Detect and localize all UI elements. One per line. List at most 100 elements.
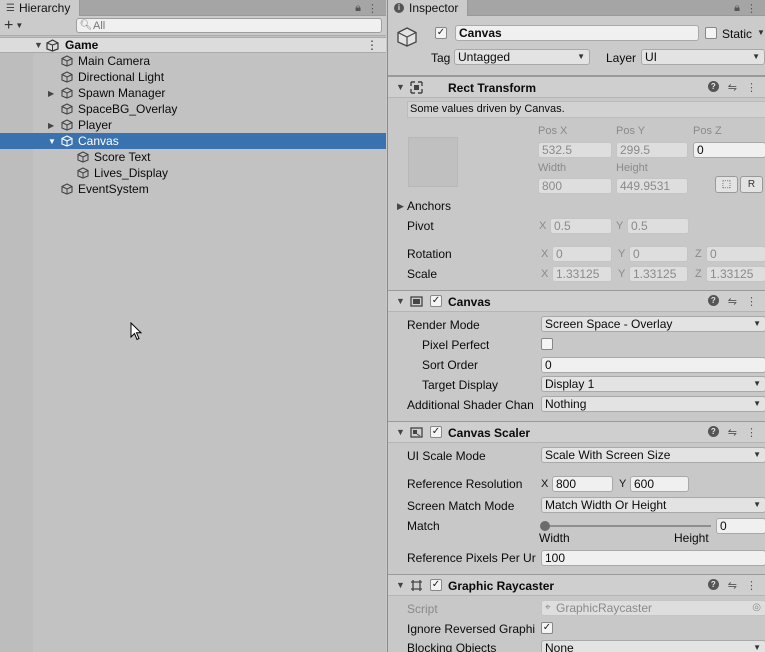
expand-arrow-icon[interactable]: ▼ bbox=[34, 40, 43, 50]
enabled-checkbox[interactable]: ✓ bbox=[430, 579, 442, 591]
tab-inspector[interactable]: i Inspector bbox=[388, 0, 468, 16]
enabled-checkbox[interactable]: ✓ bbox=[430, 295, 442, 307]
canvas-component-header[interactable]: ▼ ✓ Canvas ? ⇋ ⋮ bbox=[388, 290, 765, 312]
gameobject-cube-icon bbox=[61, 135, 73, 147]
raw-edit-button[interactable]: R bbox=[740, 176, 763, 193]
reference-ppu-field[interactable]: 100 bbox=[541, 550, 765, 566]
preset-icon[interactable]: ⇋ bbox=[728, 295, 737, 308]
preset-icon[interactable]: ⇋ bbox=[728, 81, 737, 94]
script-field[interactable]: ⌖ GraphicRaycaster ◎ bbox=[541, 600, 765, 616]
scale-z-field[interactable]: 1.33125 bbox=[706, 266, 765, 282]
pivot-y-field[interactable]: 0.5 bbox=[627, 218, 689, 234]
rot-y-field[interactable]: 0 bbox=[629, 246, 688, 262]
shader-channels-dropdown[interactable]: Nothing ▼ bbox=[541, 396, 765, 412]
reference-x-field[interactable]: 800 bbox=[552, 476, 613, 492]
kebab-icon[interactable]: ⋮ bbox=[746, 295, 757, 308]
active-checkbox[interactable]: ✓ bbox=[435, 27, 447, 39]
object-picker-icon[interactable]: ◎ bbox=[752, 601, 761, 615]
lock-icon[interactable]: 🔒︎ bbox=[734, 2, 740, 15]
help-icon[interactable]: ? bbox=[707, 81, 719, 92]
match-slider-knob[interactable] bbox=[540, 521, 550, 531]
hierarchy-item[interactable]: ▶ Player bbox=[0, 117, 386, 133]
render-mode-dropdown[interactable]: Screen Space - Overlay ▼ bbox=[541, 316, 765, 332]
ui-scale-mode-dropdown[interactable]: Scale With Screen Size ▼ bbox=[541, 447, 765, 463]
scene-menu-icon[interactable]: ⋮ bbox=[366, 38, 378, 52]
search-box[interactable]: 🔍︎ bbox=[76, 18, 382, 33]
object-name-field[interactable]: Canvas bbox=[455, 25, 699, 41]
hierarchy-item[interactable]: Main Camera bbox=[0, 53, 386, 69]
target-display-dropdown[interactable]: Display 1 ▼ bbox=[541, 376, 765, 392]
pivot-x-field[interactable]: 0.5 bbox=[550, 218, 612, 234]
hierarchy-tabbar: ☰ Hierarchy 🔒︎ ⋮ bbox=[0, 0, 386, 16]
collapse-arrow-icon[interactable]: ▼ bbox=[396, 427, 405, 437]
screen-match-mode-dropdown[interactable]: Match Width Or Height ▼ bbox=[541, 497, 765, 513]
anchors-label[interactable]: Anchors bbox=[407, 199, 451, 213]
pos-y-field[interactable]: 299.5 bbox=[616, 142, 688, 158]
expand-arrow-icon[interactable]: ▶ bbox=[48, 121, 58, 130]
preset-icon[interactable]: ⇋ bbox=[728, 579, 737, 592]
hierarchy-item[interactable]: ▼ Canvas bbox=[0, 133, 386, 149]
hierarchy-item[interactable]: ▶ Spawn Manager bbox=[0, 85, 386, 101]
search-input[interactable] bbox=[93, 19, 373, 32]
sort-order-field[interactable]: 0 bbox=[541, 357, 765, 373]
scale-x-field[interactable]: 1.33125 bbox=[552, 266, 612, 282]
expand-arrow-icon[interactable]: ▼ bbox=[48, 137, 58, 146]
reference-y-field[interactable]: 600 bbox=[630, 476, 689, 492]
rot-x-field[interactable]: 0 bbox=[552, 246, 612, 262]
static-checkbox[interactable] bbox=[705, 27, 717, 39]
hierarchy-item[interactable]: Score Text bbox=[0, 149, 386, 165]
add-button[interactable]: + ▼ bbox=[4, 17, 23, 34]
rect-transform-header[interactable]: ▼ Rect Transform ? ⇋ ⋮ bbox=[388, 76, 765, 98]
hierarchy-item[interactable]: Directional Light bbox=[0, 69, 386, 85]
pos-z-label: Pos Z bbox=[693, 125, 722, 137]
hierarchy-item[interactable]: Lives_Display bbox=[0, 165, 386, 181]
rot-z-field[interactable]: 0 bbox=[706, 246, 765, 262]
lock-icon[interactable]: 🔒︎ bbox=[355, 2, 361, 15]
height-label: Height bbox=[616, 162, 648, 174]
rect-transform-icon bbox=[410, 81, 423, 94]
scene-row[interactable]: ▼ Game ⋮ bbox=[0, 37, 386, 53]
blueprint-mode-button[interactable]: ⬚ bbox=[715, 176, 738, 193]
hierarchy-item[interactable]: EventSystem bbox=[0, 181, 386, 197]
blocking-objects-dropdown[interactable]: None ▼ bbox=[541, 640, 765, 652]
match-value-field[interactable]: 0 bbox=[716, 518, 765, 534]
kebab-icon[interactable]: ⋮ bbox=[746, 579, 757, 592]
help-icon[interactable]: ? bbox=[707, 426, 719, 437]
anchor-preset-preview[interactable] bbox=[408, 137, 458, 187]
graphic-raycaster-header[interactable]: ▼ ✓ Graphic Raycaster ? ⇋ ⋮ bbox=[388, 574, 765, 596]
width-field[interactable]: 800 bbox=[538, 178, 612, 194]
hierarchy-item-label: Canvas bbox=[78, 134, 119, 148]
pixel-perfect-checkbox[interactable] bbox=[541, 338, 553, 350]
kebab-icon[interactable]: ⋮ bbox=[746, 426, 757, 439]
static-dropdown-icon[interactable]: ▼ bbox=[757, 28, 765, 37]
tag-dropdown[interactable]: Untagged ▼ bbox=[454, 49, 590, 65]
gameobject-cube-icon bbox=[61, 55, 73, 67]
collapse-arrow-icon[interactable]: ▼ bbox=[396, 82, 405, 92]
pixel-perfect-label: Pixel Perfect bbox=[422, 338, 490, 352]
driven-values-note: Some values driven by Canvas. bbox=[407, 101, 765, 118]
layer-dropdown[interactable]: UI ▼ bbox=[641, 49, 765, 65]
inspector-tabbar: i Inspector 🔒︎ ⋮ bbox=[388, 0, 765, 16]
kebab-icon[interactable]: ⋮ bbox=[367, 2, 378, 15]
expand-arrow-icon[interactable]: ▶ bbox=[397, 201, 404, 212]
help-icon[interactable]: ? bbox=[707, 579, 719, 590]
height-field[interactable]: 449.9531 bbox=[616, 178, 688, 194]
canvas-scaler-header[interactable]: ▼ ✓ Canvas Scaler ? ⇋ ⋮ bbox=[388, 421, 765, 443]
ui-scale-mode-label: UI Scale Mode bbox=[407, 449, 486, 463]
ignore-reversed-checkbox[interactable]: ✓ bbox=[541, 622, 553, 634]
expand-arrow-icon[interactable]: ▶ bbox=[48, 89, 58, 98]
canvas-icon bbox=[410, 296, 423, 307]
collapse-arrow-icon[interactable]: ▼ bbox=[396, 296, 405, 306]
hierarchy-item[interactable]: SpaceBG_Overlay bbox=[0, 101, 386, 117]
match-slider-track[interactable] bbox=[545, 525, 711, 527]
enabled-checkbox[interactable]: ✓ bbox=[430, 426, 442, 438]
scale-y-field[interactable]: 1.33125 bbox=[629, 266, 688, 282]
pos-x-field[interactable]: 532.5 bbox=[538, 142, 612, 158]
preset-icon[interactable]: ⇋ bbox=[728, 426, 737, 439]
tab-hierarchy[interactable]: ☰ Hierarchy bbox=[0, 0, 80, 16]
kebab-icon[interactable]: ⋮ bbox=[746, 2, 757, 15]
collapse-arrow-icon[interactable]: ▼ bbox=[396, 580, 405, 590]
pos-z-field[interactable]: 0 bbox=[693, 142, 765, 158]
help-icon[interactable]: ? bbox=[707, 295, 719, 306]
kebab-icon[interactable]: ⋮ bbox=[746, 81, 757, 94]
